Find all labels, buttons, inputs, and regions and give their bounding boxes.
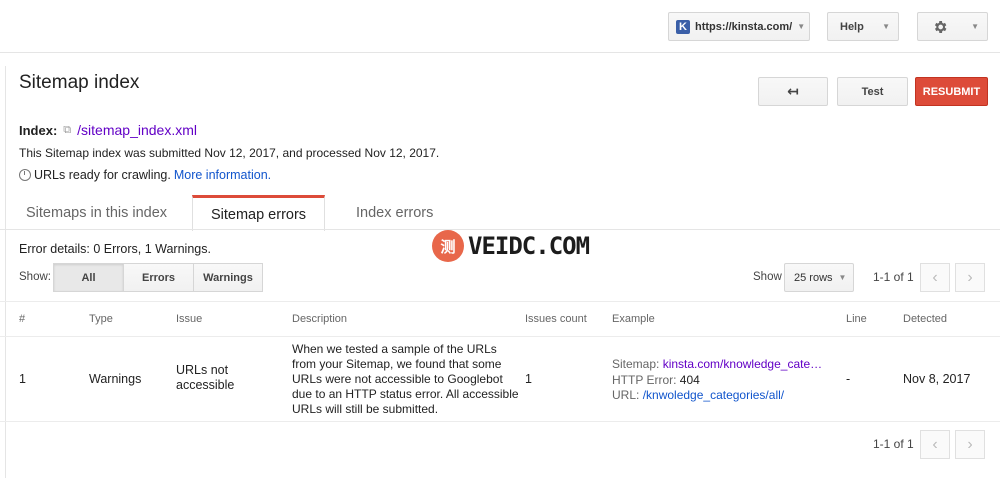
footer-pager-text: 1-1 of 1 (873, 437, 914, 451)
show-label: Show: (19, 271, 51, 283)
top-divider (0, 52, 1000, 53)
clock-icon (19, 169, 31, 181)
tab-index-errors[interactable]: Index errors (356, 196, 433, 230)
watermark-badge: 测 (432, 230, 464, 262)
cell-detected: Nov 8, 2017 (903, 372, 971, 386)
left-rule (5, 66, 6, 478)
cell-issue: URLs not accessible (176, 363, 235, 392)
page-title: Sitemap index (19, 72, 140, 93)
tabs: Sitemaps in this index Sitemap errors In… (0, 195, 1000, 231)
column-header-number[interactable]: # (19, 313, 25, 325)
index-line: Index: ⧉ /sitemap_index.xml (19, 122, 197, 138)
example-sitemap-line: Sitemap: kinsta.com/knowledge_cate… (612, 357, 840, 373)
pager-text: 1-1 of 1 (873, 270, 914, 284)
site-badge: K (676, 19, 690, 34)
tab-sitemaps-in-index[interactable]: Sitemaps in this index (26, 196, 167, 230)
index-label: Index: (19, 122, 58, 138)
cell-description: When we tested a sample of the URLs from… (292, 342, 519, 416)
chevron-left-icon: ‹ (932, 268, 938, 286)
example-http-line: HTTP Error: 404 (612, 373, 840, 389)
submitted-text: This Sitemap index was submitted Nov 12,… (19, 146, 440, 160)
error-details: Error details: 0 Errors, 1 Warnings. (19, 242, 211, 256)
rows-per-page-select[interactable]: 25 rows ▼ (784, 263, 854, 292)
example-url-label: URL: (612, 388, 640, 403)
filter-warnings-button[interactable]: Warnings (193, 263, 263, 292)
site-url: https://kinsta.com/ (695, 20, 793, 33)
back-arrow-icon: ↤ (787, 83, 799, 99)
example-http-value: 404 (679, 372, 700, 387)
example-sitemap-link[interactable]: kinsta.com/knowledge_cate… (663, 357, 822, 371)
cell-type: Warnings (89, 372, 142, 386)
filter-all-button[interactable]: All (53, 263, 124, 292)
filter-errors-button[interactable]: Errors (123, 263, 194, 292)
test-button[interactable]: Test (837, 77, 908, 106)
chevron-down-icon: ▼ (882, 22, 890, 31)
next-page-button[interactable]: › (955, 263, 985, 292)
watermark-text: VEIDC.COM (468, 232, 590, 260)
chevron-down-icon: ▼ (797, 22, 806, 31)
chevron-right-icon: › (967, 268, 973, 286)
watermark: 测 VEIDC.COM (432, 230, 590, 262)
more-information-link[interactable]: More information. (174, 168, 271, 182)
footer-prev-page-button[interactable]: ‹ (920, 430, 950, 459)
chevron-down-icon: ▼ (971, 22, 979, 31)
cell-line: - (846, 372, 851, 386)
settings-button[interactable]: ▼ (917, 12, 988, 41)
column-header-line[interactable]: Line (846, 313, 867, 325)
tab-sitemap-errors[interactable]: Sitemap errors (192, 195, 325, 231)
external-link-icon: ⧉ (63, 123, 72, 136)
chevron-left-icon: ‹ (932, 435, 938, 453)
header-divider (0, 336, 1000, 337)
rows-value: 25 rows (794, 271, 833, 284)
help-button[interactable]: Help ▼ (827, 12, 899, 41)
back-button[interactable]: ↤ (758, 77, 828, 106)
cell-number: 1 (19, 372, 26, 386)
chevron-right-icon: › (967, 435, 973, 453)
status-text: URLs ready for crawling. (34, 168, 171, 182)
column-header-description[interactable]: Description (292, 313, 347, 325)
status-line: URLs ready for crawling. More informatio… (19, 168, 271, 182)
table-bottom-border (0, 421, 1000, 422)
example-http-label: HTTP Error: (612, 372, 677, 387)
column-header-detected[interactable]: Detected (903, 313, 947, 325)
resubmit-button[interactable]: RESUBMIT (915, 77, 988, 106)
example-url-link[interactable]: /knwoledge_categories/all/ (643, 388, 784, 402)
column-header-type[interactable]: Type (89, 313, 113, 325)
gear-icon (934, 20, 947, 33)
footer-next-page-button[interactable]: › (955, 430, 985, 459)
help-label: Help (840, 20, 864, 33)
column-header-issue[interactable]: Issue (176, 313, 202, 325)
prev-page-button[interactable]: ‹ (920, 263, 950, 292)
sitemap-index-link[interactable]: /sitemap_index.xml (77, 122, 197, 138)
top-bar: K https://kinsta.com/ ▼ Help ▼ ▼ (0, 0, 1000, 52)
cell-example: Sitemap: kinsta.com/knowledge_cate… HTTP… (612, 357, 840, 404)
cell-issues-count: 1 (525, 372, 532, 386)
column-header-example[interactable]: Example (612, 313, 655, 325)
rows-label: Show (753, 271, 782, 283)
example-sitemap-label: Sitemap: (612, 357, 660, 371)
column-header-issues-count[interactable]: Issues count (525, 313, 587, 325)
site-selector[interactable]: K https://kinsta.com/ ▼ (668, 12, 810, 41)
table-top-border (0, 301, 1000, 302)
example-url-line: URL: /knwoledge_categories/all/ (612, 388, 840, 404)
chevron-down-icon: ▼ (838, 273, 847, 282)
